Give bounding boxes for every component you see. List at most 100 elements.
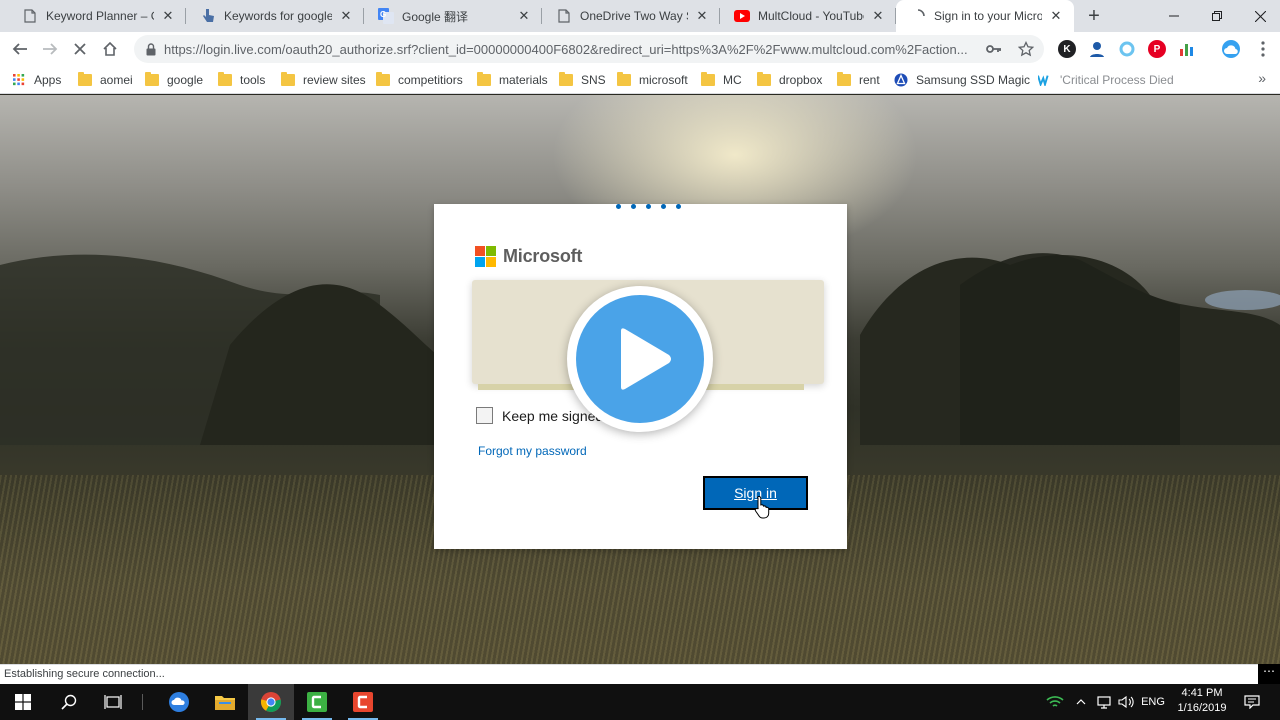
tab-microsoft-sign-in[interactable]: Sign in to your Microso ✕ — [896, 0, 1074, 32]
more-bookmarks-chevron-icon[interactable]: » — [1258, 70, 1266, 86]
stop-loading-button[interactable] — [67, 36, 93, 62]
tab-keywords-for-google[interactable]: Keywords for google pl ✕ — [186, 0, 364, 32]
key-icon[interactable] — [986, 41, 1002, 57]
folder-icon — [218, 72, 232, 86]
close-icon[interactable]: ✕ — [338, 8, 354, 24]
bookmark-critical-process[interactable]: 'Critical Process Died — [1038, 70, 1174, 90]
page-icon — [556, 8, 572, 24]
bookmark-label: SNS — [581, 73, 606, 87]
close-icon[interactable]: ✕ — [1048, 8, 1064, 24]
action-center-icon[interactable] — [1240, 684, 1264, 720]
url-text[interactable]: https://login.live.com/oauth20_authorize… — [164, 42, 974, 57]
tab-title: Keywords for google pl — [224, 9, 332, 23]
video-play-button[interactable] — [567, 286, 713, 432]
home-button[interactable] — [97, 36, 123, 62]
keep-signed-in-checkbox[interactable] — [476, 407, 493, 424]
green-c-app-icon — [307, 692, 327, 712]
page-icon — [22, 8, 38, 24]
tab-title: Keyword Planner – Goo — [46, 9, 154, 23]
w-site-icon — [1038, 75, 1049, 86]
restore-button[interactable] — [1195, 0, 1239, 32]
tab-google-translate[interactable]: G Google 翻译 ✕ — [364, 0, 542, 32]
back-button[interactable] — [7, 36, 33, 62]
more-horizontal-icon: ⋯ — [1258, 664, 1280, 684]
taskbar-camtasia-green[interactable] — [294, 684, 340, 720]
close-icon[interactable]: ✕ — [870, 8, 886, 24]
tab-title: Sign in to your Microso — [934, 9, 1042, 23]
file-explorer-icon — [215, 696, 235, 710]
wifi-icon[interactable] — [1044, 684, 1066, 720]
volume-icon[interactable] — [1116, 684, 1136, 720]
bookmark-folder-competitiors[interactable]: competitiors — [376, 70, 463, 90]
bookmark-label: rent — [859, 73, 880, 87]
close-icon[interactable]: ✕ — [160, 8, 176, 24]
bookmark-folder-sns[interactable]: SNS — [559, 70, 606, 90]
clock-date: 1/16/2019 — [1177, 702, 1227, 714]
tab-keyword-planner[interactable]: Keyword Planner – Goo ✕ — [8, 0, 186, 32]
stop-x-icon — [74, 43, 86, 55]
address-bar[interactable]: https://login.live.com/oauth20_authorize… — [134, 35, 1044, 63]
forward-button[interactable] — [37, 36, 63, 62]
progress-dot — [676, 204, 681, 209]
extension-cloud-icon[interactable] — [1222, 40, 1240, 58]
forgot-password-link[interactable]: Forgot my password — [478, 444, 587, 458]
bookmark-folder-aomei[interactable]: aomei — [78, 70, 133, 90]
bookmark-folder-tools[interactable]: tools — [218, 70, 265, 90]
back-arrow-icon — [12, 43, 27, 55]
chrome-icon — [260, 692, 282, 713]
bookmarks-bar: Apps aomei google tools review sites com… — [0, 66, 1280, 94]
bookmark-folder-dropbox[interactable]: dropbox — [757, 70, 822, 90]
tab-multcloud-youtube[interactable]: MultCloud - YouTube ✕ — [720, 0, 896, 32]
bookmark-folder-mc[interactable]: MC — [701, 70, 742, 90]
folder-icon — [281, 72, 295, 86]
search-button[interactable] — [46, 684, 92, 720]
system-clock[interactable]: 4:41 PM 1/16/2019 — [1166, 686, 1238, 718]
tab-title: Google 翻译 — [402, 9, 469, 24]
close-icon[interactable]: ✕ — [694, 8, 710, 24]
search-icon — [61, 694, 77, 710]
pinterest-icon[interactable]: P — [1148, 40, 1166, 58]
extension-bars-icon[interactable] — [1178, 40, 1196, 58]
network-icon[interactable] — [1094, 684, 1114, 720]
keep-signed-in-row[interactable]: Keep me signed — [476, 407, 603, 424]
bookmark-folder-materials[interactable]: materials — [477, 70, 548, 90]
language-indicator[interactable]: ENG — [1138, 684, 1168, 720]
folder-icon — [376, 72, 390, 86]
close-window-button[interactable] — [1238, 0, 1280, 32]
task-view-button[interactable] — [90, 684, 136, 720]
chrome-menu-button[interactable] — [1250, 36, 1276, 62]
google-translate-icon: G — [378, 8, 394, 24]
taskbar-separator — [142, 694, 143, 710]
close-icon — [1254, 10, 1266, 22]
windows-taskbar: ENG 4:41 PM 1/16/2019 — [0, 684, 1280, 720]
start-button[interactable] — [0, 684, 46, 720]
bookmark-folder-microsoft[interactable]: microsoft — [617, 70, 688, 90]
bookmark-folder-google[interactable]: google — [145, 70, 203, 90]
bookmark-star-icon[interactable] — [1018, 41, 1034, 57]
minimize-button[interactable] — [1152, 0, 1196, 32]
bookmark-folder-rent[interactable]: rent — [837, 70, 880, 90]
new-tab-button[interactable]: + — [1082, 4, 1106, 28]
close-icon[interactable]: ✕ — [516, 8, 532, 24]
taskbar-app-cloud[interactable] — [156, 684, 202, 720]
bookmark-samsung-ssd[interactable]: Samsung SSD Magic — [894, 70, 1030, 90]
tray-chevron-up-icon[interactable] — [1072, 684, 1090, 720]
status-bar: Establishing secure connection... — [0, 664, 1258, 684]
bookmark-label: competitiors — [398, 73, 463, 87]
bookmark-label: microsoft — [639, 73, 688, 87]
extension-user-icon[interactable] — [1088, 40, 1106, 58]
bookmark-label: 'Critical Process Died — [1060, 73, 1174, 87]
svg-text:G: G — [380, 10, 386, 19]
extension-ring-icon[interactable] — [1118, 40, 1136, 58]
bookmark-label: tools — [240, 73, 266, 87]
tab-onedrive-sync[interactable]: OneDrive Two Way Sync ✕ — [542, 0, 720, 32]
bookmark-apps[interactable]: Apps — [12, 70, 61, 90]
lock-icon — [144, 42, 158, 56]
bookmark-label: materials — [499, 73, 548, 87]
taskbar-chrome[interactable] — [248, 684, 294, 720]
extension-k-icon[interactable]: K — [1058, 40, 1076, 58]
taskbar-file-explorer[interactable] — [202, 684, 248, 720]
taskbar-camtasia-red[interactable] — [340, 684, 386, 720]
bookmark-folder-review-sites[interactable]: review sites — [281, 70, 366, 90]
samsung-icon — [894, 73, 908, 87]
